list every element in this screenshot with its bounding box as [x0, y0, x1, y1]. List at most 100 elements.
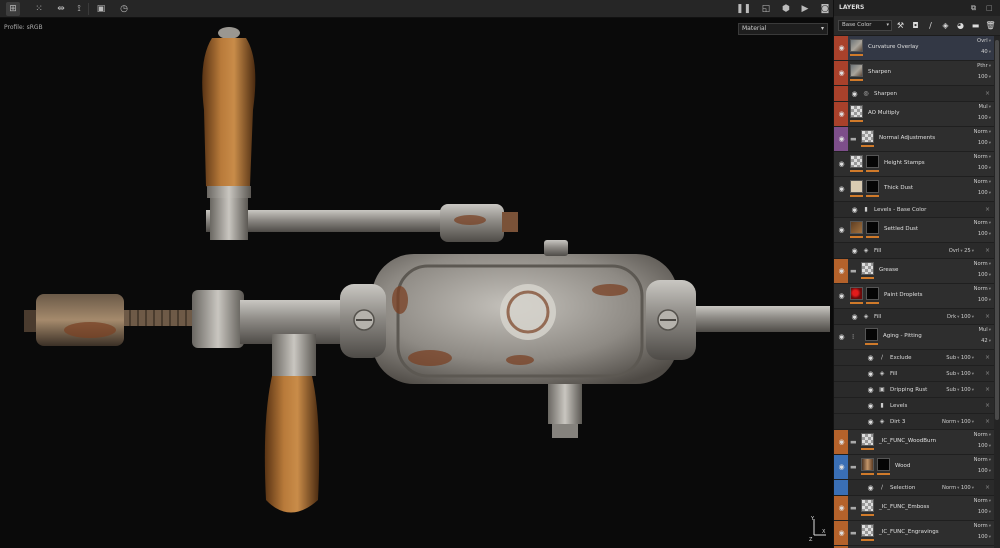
opacity-select[interactable]: 100▾ [978, 231, 991, 237]
remove-effect-icon[interactable]: × [985, 386, 990, 393]
layer-effect-row[interactable]: ◉ ◈ Fill Sub▾ 100▾ × [834, 366, 994, 382]
visibility-eye-icon[interactable]: ◉ [850, 206, 859, 214]
remove-effect-icon[interactable]: × [985, 247, 990, 254]
blend-mode-select[interactable]: Pthr▾ [977, 63, 991, 69]
layer-mask-thumbnail[interactable] [866, 155, 879, 168]
layers-scrollbar[interactable] [994, 36, 1000, 548]
layer-thumbnail[interactable] [850, 105, 863, 118]
mask-icon[interactable]: ◘ [910, 20, 921, 31]
remove-effect-icon[interactable]: × [985, 484, 990, 491]
visibility-eye-icon[interactable]: ◉ [837, 160, 846, 168]
remove-effect-icon[interactable]: × [985, 418, 990, 425]
brush-icon[interactable]: ∕ [925, 20, 936, 31]
blend-mode-select[interactable]: Mul▾ [979, 104, 991, 110]
blend-mode-select[interactable]: Norm▾ [974, 129, 991, 135]
visibility-eye-icon[interactable]: ◉ [837, 438, 846, 446]
visibility-eye-icon[interactable]: ◉ [837, 333, 846, 341]
visibility-eye-icon[interactable]: ◉ [837, 267, 846, 275]
grid-icon[interactable]: ⊞ [6, 2, 20, 16]
opacity-select[interactable]: 42▾ [981, 338, 991, 344]
opacity-select[interactable]: 100▾ [978, 165, 991, 171]
layer-thumbnail[interactable] [861, 130, 874, 143]
layer-row[interactable]: ◉ ▬ _IC_FUNC_Engravings Norm▾ 100▾ [834, 521, 994, 546]
opacity-select[interactable]: 100▾ [978, 74, 991, 80]
opacity-select[interactable]: 100▾ [978, 509, 991, 515]
layer-thumbnail[interactable] [850, 64, 863, 77]
layer-effect-row[interactable]: ◉ ▣ Dripping Rust Sub▾ 100▾ × [834, 382, 994, 398]
visibility-eye-icon[interactable]: ◉ [837, 463, 846, 471]
visibility-eye-icon[interactable]: ◉ [837, 292, 846, 300]
layer-thumbnail[interactable] [861, 499, 874, 512]
layer-thumbnail[interactable] [850, 180, 863, 193]
layer-row[interactable]: ◉ ▬ Grease Norm▾ 100▾ [834, 259, 994, 284]
blend-mode-select[interactable]: Norm▾ [974, 498, 991, 504]
effect-blend-select[interactable]: Sub▾ 100▾ [946, 355, 974, 361]
effect-blend-select[interactable]: Norm▾ 100▾ [942, 419, 974, 425]
blend-mode-select[interactable]: Norm▾ [974, 220, 991, 226]
layer-row[interactable]: ◉ ▬ Normal Adjustments Norm▾ 100▾ [834, 127, 994, 152]
layer-row[interactable]: ◉ ▬ _IC_FUNC_WoodBurn Norm▾ 100▾ [834, 430, 994, 455]
effect-blend-select[interactable]: Norm▾ 100▾ [942, 485, 974, 491]
blend-mode-select[interactable]: Norm▾ [974, 457, 991, 463]
blend-mode-select[interactable]: Norm▾ [974, 154, 991, 160]
opacity-select[interactable]: 100▾ [978, 272, 991, 278]
folder-icon[interactable]: ▬ [850, 464, 859, 471]
folder-icon[interactable]: ▬ [850, 530, 859, 537]
layer-row[interactable]: ◉ AO Multiply Mul▾ 100▾ [834, 102, 994, 127]
blend-mode-select[interactable]: Norm▾ [974, 179, 991, 185]
opacity-select[interactable]: 100▾ [978, 297, 991, 303]
trash-icon[interactable]: 🗑 [985, 20, 996, 31]
layer-effect-row[interactable]: ◉ ▮ Levels × [834, 398, 994, 414]
remove-effect-icon[interactable]: × [985, 354, 990, 361]
stamp-icon[interactable]: ◕ [955, 20, 966, 31]
folder-icon[interactable]: ▬ [850, 439, 859, 446]
remove-effect-icon[interactable]: × [985, 206, 990, 213]
pause-icon[interactable]: ❚❚ [736, 2, 751, 16]
visibility-eye-icon[interactable]: ◉ [866, 354, 875, 362]
folder-icon[interactable]: ▬ [970, 20, 981, 31]
layer-thumbnail[interactable] [861, 262, 874, 275]
visibility-eye-icon[interactable]: ◉ [837, 504, 846, 512]
visibility-eye-icon[interactable]: ◉ [866, 418, 875, 426]
opacity-select[interactable]: 100▾ [978, 190, 991, 196]
history-icon[interactable]: ◷ [117, 2, 131, 16]
layer-row[interactable]: ◉ Thick Dust Norm▾ 100▾ [834, 177, 994, 202]
opacity-select[interactable]: 100▾ [978, 115, 991, 121]
visibility-eye-icon[interactable]: ◉ [837, 135, 846, 143]
blend-mode-select[interactable]: Norm▾ [974, 286, 991, 292]
panel-maximize-icon[interactable]: □ [986, 0, 993, 16]
opacity-select[interactable]: 100▾ [978, 140, 991, 146]
layer-row[interactable]: ◉ Settled Dust Norm▾ 100▾ [834, 218, 994, 243]
blend-mode-select[interactable]: Norm▾ [974, 261, 991, 267]
visibility-eye-icon[interactable]: ◉ [850, 313, 859, 321]
opacity-select[interactable]: 100▾ [978, 534, 991, 540]
cube-icon[interactable]: ⬢ [779, 2, 793, 16]
layer-mask-thumbnail[interactable] [866, 287, 879, 300]
layer-row[interactable]: ◉ Paint Droplets Norm▾ 100▾ [834, 284, 994, 309]
visibility-eye-icon[interactable]: ◉ [866, 370, 875, 378]
effect-blend-select[interactable]: Sub▾ 100▾ [946, 387, 974, 393]
layer-effect-row[interactable]: ◉ ▮ Levels - Base Color × [834, 202, 994, 218]
layer-mask-thumbnail[interactable] [866, 180, 879, 193]
blend-mode-select[interactable]: Norm▾ [974, 432, 991, 438]
remove-effect-icon[interactable]: × [985, 370, 990, 377]
fill-icon[interactable]: ◈ [940, 20, 951, 31]
layer-mask-thumbnail[interactable] [865, 328, 878, 341]
layer-effect-row[interactable]: ◉ ∕ Selection Norm▾ 100▾ × [834, 480, 994, 496]
visibility-eye-icon[interactable]: ◉ [850, 247, 859, 255]
layer-thumbnail[interactable] [850, 39, 863, 52]
effect-blend-select[interactable]: Ovrl▾ 25▾ [949, 248, 974, 254]
layer-effect-row[interactable]: ◉ ◈ Fill Drk▾ 100▾ × [834, 309, 994, 325]
visibility-eye-icon[interactable]: ◉ [837, 44, 846, 52]
effect-blend-select[interactable]: Sub▾ 100▾ [946, 371, 974, 377]
blend-mode-select[interactable]: Mul▾ [979, 327, 991, 333]
visibility-eye-icon[interactable]: ◉ [850, 90, 859, 98]
effect-blend-select[interactable]: Drk▾ 100▾ [947, 314, 974, 320]
layer-row[interactable]: ◉ Sharpen Pthr▾ 100▾ [834, 61, 994, 86]
visibility-eye-icon[interactable]: ◉ [837, 529, 846, 537]
camera-video-icon[interactable]: ▶ [798, 2, 812, 16]
remove-effect-icon[interactable]: × [985, 90, 990, 97]
wand-icon[interactable]: ⚒ [895, 20, 906, 31]
panel-float-icon[interactable]: ⧉ [971, 0, 976, 16]
visibility-eye-icon[interactable]: ◉ [837, 110, 846, 118]
